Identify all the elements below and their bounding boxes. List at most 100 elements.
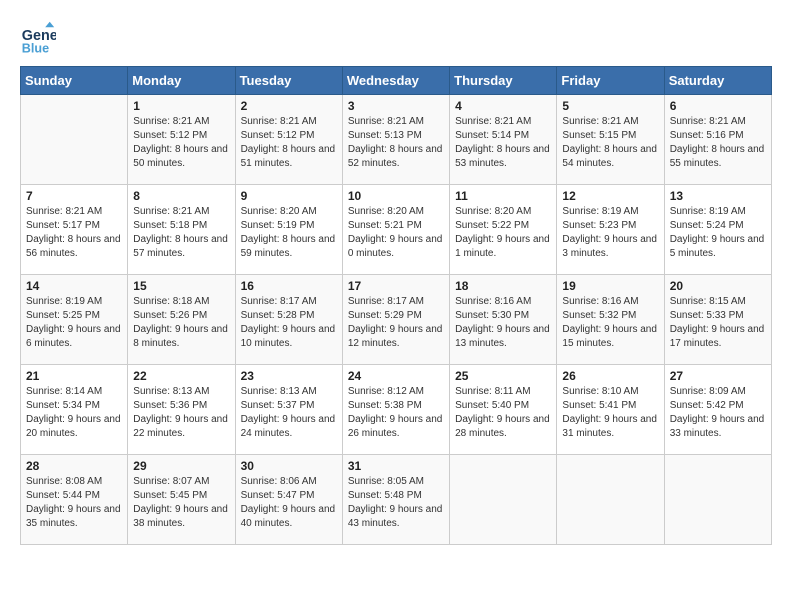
- day-info: Sunrise: 8:13 AMSunset: 5:36 PMDaylight:…: [133, 385, 229, 441]
- day-info: Sunrise: 8:21 AMSunset: 5:14 PMDaylight:…: [455, 115, 551, 171]
- day-number: 2: [241, 99, 337, 113]
- day-number: 18: [455, 279, 551, 293]
- day-info: Sunrise: 8:20 AMSunset: 5:19 PMDaylight:…: [241, 205, 337, 261]
- calendar-cell: [450, 455, 557, 545]
- calendar-cell: 16 Sunrise: 8:17 AMSunset: 5:28 PMDayligh…: [235, 275, 342, 365]
- calendar-cell: 21 Sunrise: 8:14 AMSunset: 5:34 PMDayligh…: [21, 365, 128, 455]
- weekday-header-cell: Saturday: [664, 67, 771, 95]
- day-number: 1: [133, 99, 229, 113]
- calendar-cell: 5Sunrise: 8:21 AMSunset: 5:15 PMDaylight…: [557, 95, 664, 185]
- calendar-cell: 4 Sunrise: 8:21 AMSunset: 5:14 PMDaylight…: [450, 95, 557, 185]
- logo: General Blue: [20, 20, 56, 56]
- calendar-cell: 26Sunrise: 8:10 AMSunset: 5:41 PMDayligh…: [557, 365, 664, 455]
- day-number: 19: [562, 279, 658, 293]
- day-info: Sunrise: 8:05 AMSunset: 5:48 PMDaylight:…: [348, 475, 444, 531]
- day-info: Sunrise: 8:17 AMSunset: 5:28 PMDaylight:…: [241, 295, 337, 351]
- day-number: 17: [348, 279, 444, 293]
- day-info: Sunrise: 8:21 AMSunset: 5:12 PMDaylight:…: [133, 115, 229, 171]
- calendar-week-row: 7 Sunrise: 8:21 AMSunset: 5:17 PMDaylight…: [21, 185, 772, 275]
- weekday-header-cell: Wednesday: [342, 67, 449, 95]
- day-info: Sunrise: 8:21 AMSunset: 5:15 PMDaylight:…: [562, 115, 658, 171]
- day-number: 7: [26, 189, 122, 203]
- day-number: 6: [670, 99, 766, 113]
- weekday-header-cell: Friday: [557, 67, 664, 95]
- day-number: 29: [133, 459, 229, 473]
- day-info: Sunrise: 8:06 AMSunset: 5:47 PMDaylight:…: [241, 475, 337, 531]
- day-number: 8: [133, 189, 229, 203]
- day-number: 22: [133, 369, 229, 383]
- day-number: 12: [562, 189, 658, 203]
- day-number: 9: [241, 189, 337, 203]
- day-info: Sunrise: 8:21 AMSunset: 5:12 PMDaylight:…: [241, 115, 337, 171]
- calendar-cell: 19 Sunrise: 8:16 AMSunset: 5:32 PMDayligh…: [557, 275, 664, 365]
- page-header: General Blue: [20, 20, 772, 56]
- day-info: Sunrise: 8:11 AMSunset: 5:40 PMDaylight:…: [455, 385, 551, 441]
- calendar-cell: 10 Sunrise: 8:20 AMSunset: 5:21 PMDayligh…: [342, 185, 449, 275]
- calendar-cell: 8 Sunrise: 8:21 AMSunset: 5:18 PMDaylight…: [128, 185, 235, 275]
- day-info: Sunrise: 8:19 AMSunset: 5:25 PMDaylight:…: [26, 295, 122, 351]
- day-info: Sunrise: 8:14 AMSunset: 5:34 PMDaylight:…: [26, 385, 122, 441]
- day-number: 3: [348, 99, 444, 113]
- calendar-cell: 20 Sunrise: 8:15 AMSunset: 5:33 PMDayligh…: [664, 275, 771, 365]
- calendar-cell: 13 Sunrise: 8:19 AMSunset: 5:24 PMDayligh…: [664, 185, 771, 275]
- calendar-cell: 23Sunrise: 8:13 AMSunset: 5:37 PMDayligh…: [235, 365, 342, 455]
- day-info: Sunrise: 8:16 AMSunset: 5:30 PMDaylight:…: [455, 295, 551, 351]
- calendar-cell: 30Sunrise: 8:06 AMSunset: 5:47 PMDayligh…: [235, 455, 342, 545]
- day-info: Sunrise: 8:21 AMSunset: 5:13 PMDaylight:…: [348, 115, 444, 171]
- day-info: Sunrise: 8:21 AMSunset: 5:18 PMDaylight:…: [133, 205, 229, 261]
- day-number: 24: [348, 369, 444, 383]
- calendar-cell: 2 Sunrise: 8:21 AMSunset: 5:12 PMDaylight…: [235, 95, 342, 185]
- day-number: 11: [455, 189, 551, 203]
- calendar-cell: 1 Sunrise: 8:21 AMSunset: 5:12 PMDaylight…: [128, 95, 235, 185]
- day-number: 10: [348, 189, 444, 203]
- calendar-cell: [21, 95, 128, 185]
- day-number: 14: [26, 279, 122, 293]
- day-info: Sunrise: 8:20 AMSunset: 5:22 PMDaylight:…: [455, 205, 551, 261]
- weekday-header-cell: Tuesday: [235, 67, 342, 95]
- day-info: Sunrise: 8:16 AMSunset: 5:32 PMDaylight:…: [562, 295, 658, 351]
- day-number: 20: [670, 279, 766, 293]
- calendar-cell: 7 Sunrise: 8:21 AMSunset: 5:17 PMDaylight…: [21, 185, 128, 275]
- day-info: Sunrise: 8:08 AMSunset: 5:44 PMDaylight:…: [26, 475, 122, 531]
- day-info: Sunrise: 8:21 AMSunset: 5:17 PMDaylight:…: [26, 205, 122, 261]
- day-info: Sunrise: 8:07 AMSunset: 5:45 PMDaylight:…: [133, 475, 229, 531]
- day-number: 16: [241, 279, 337, 293]
- weekday-header-cell: Sunday: [21, 67, 128, 95]
- day-number: 23: [241, 369, 337, 383]
- logo-icon: General Blue: [20, 20, 56, 56]
- calendar-cell: [664, 455, 771, 545]
- day-info: Sunrise: 8:09 AMSunset: 5:42 PMDaylight:…: [670, 385, 766, 441]
- day-number: 31: [348, 459, 444, 473]
- svg-text:Blue: Blue: [22, 41, 49, 55]
- calendar-cell: 31 Sunrise: 8:05 AMSunset: 5:48 PMDayligh…: [342, 455, 449, 545]
- calendar-cell: 3 Sunrise: 8:21 AMSunset: 5:13 PMDaylight…: [342, 95, 449, 185]
- weekday-header-cell: Monday: [128, 67, 235, 95]
- calendar-cell: 29 Sunrise: 8:07 AMSunset: 5:45 PMDayligh…: [128, 455, 235, 545]
- day-number: 21: [26, 369, 122, 383]
- calendar-cell: 24 Sunrise: 8:12 AMSunset: 5:38 PMDayligh…: [342, 365, 449, 455]
- calendar-week-row: 14 Sunrise: 8:19 AMSunset: 5:25 PMDayligh…: [21, 275, 772, 365]
- calendar-cell: 17 Sunrise: 8:17 AMSunset: 5:29 PMDayligh…: [342, 275, 449, 365]
- weekday-header-row: SundayMondayTuesdayWednesdayThursdayFrid…: [21, 67, 772, 95]
- weekday-header-cell: Thursday: [450, 67, 557, 95]
- calendar-cell: 14 Sunrise: 8:19 AMSunset: 5:25 PMDayligh…: [21, 275, 128, 365]
- calendar-cell: 25Sunrise: 8:11 AMSunset: 5:40 PMDayligh…: [450, 365, 557, 455]
- day-info: Sunrise: 8:17 AMSunset: 5:29 PMDaylight:…: [348, 295, 444, 351]
- day-info: Sunrise: 8:18 AMSunset: 5:26 PMDaylight:…: [133, 295, 229, 351]
- day-info: Sunrise: 8:20 AMSunset: 5:21 PMDaylight:…: [348, 205, 444, 261]
- day-info: Sunrise: 8:15 AMSunset: 5:33 PMDaylight:…: [670, 295, 766, 351]
- day-number: 13: [670, 189, 766, 203]
- day-info: Sunrise: 8:19 AMSunset: 5:23 PMDaylight:…: [562, 205, 658, 261]
- calendar-cell: 9 Sunrise: 8:20 AMSunset: 5:19 PMDaylight…: [235, 185, 342, 275]
- day-number: 4: [455, 99, 551, 113]
- day-number: 26: [562, 369, 658, 383]
- calendar-week-row: 28Sunrise: 8:08 AMSunset: 5:44 PMDayligh…: [21, 455, 772, 545]
- calendar-cell: 12 Sunrise: 8:19 AMSunset: 5:23 PMDayligh…: [557, 185, 664, 275]
- day-number: 27: [670, 369, 766, 383]
- calendar-cell: [557, 455, 664, 545]
- day-info: Sunrise: 8:21 AMSunset: 5:16 PMDaylight:…: [670, 115, 766, 171]
- calendar-table: SundayMondayTuesdayWednesdayThursdayFrid…: [20, 66, 772, 545]
- calendar-week-row: 1 Sunrise: 8:21 AMSunset: 5:12 PMDaylight…: [21, 95, 772, 185]
- day-info: Sunrise: 8:12 AMSunset: 5:38 PMDaylight:…: [348, 385, 444, 441]
- day-info: Sunrise: 8:19 AMSunset: 5:24 PMDaylight:…: [670, 205, 766, 261]
